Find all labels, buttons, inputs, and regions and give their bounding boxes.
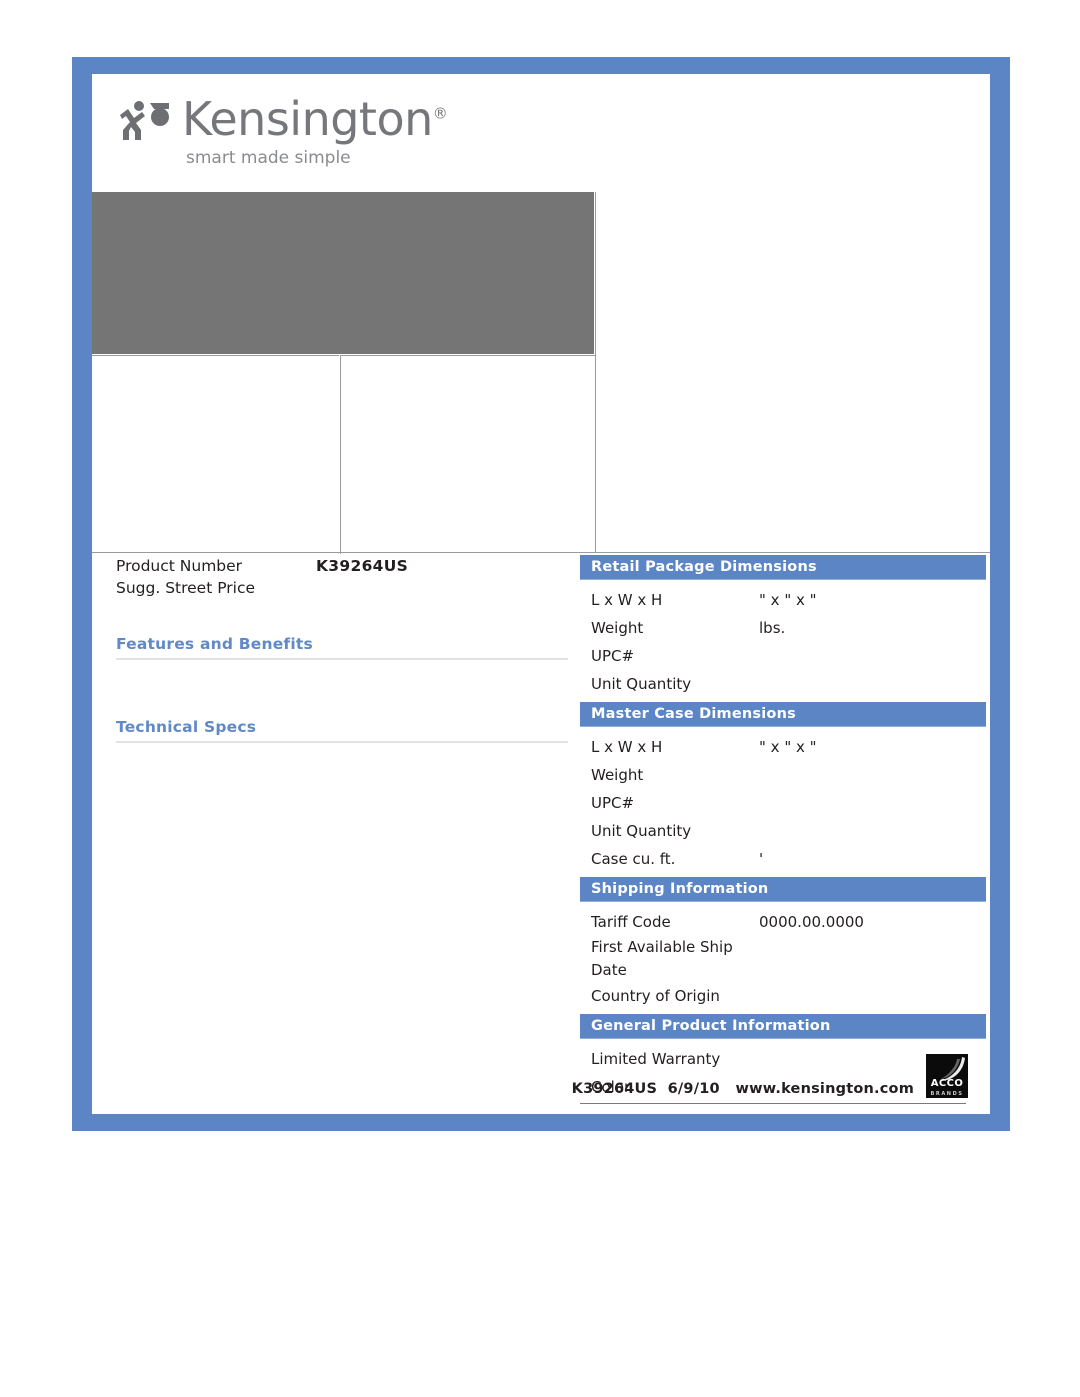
row-label: Weight [591,766,644,784]
shipping-information-heading: Shipping Information [580,877,986,902]
product-thumbnail-1 [92,355,339,554]
spec-sheet-frame: Kensington® smart made simple Product Nu… [72,57,1010,1131]
master-case-rows: L x W x H " x " x " Weight UPC# Unit Qua… [580,727,986,877]
acco-sub-text: BRANDS [930,1091,964,1097]
row-label: L x W x H [591,738,663,756]
product-number-value: K39264US [316,557,409,575]
table-row: Weight [591,761,986,789]
row-value: 0000.00.0000 [759,913,864,931]
table-row: UPC# [591,642,986,670]
row-label: UPC# [591,647,635,665]
product-number-label: Product Number [116,557,243,575]
hero-side-panel [595,192,990,553]
left-column: Product Number K39264US Sugg. Street Pri… [116,555,568,753]
row-value: " x " x " [759,591,817,609]
table-row: L x W x H " x " x " [591,733,986,761]
content-region: Product Number K39264US Sugg. Street Pri… [92,555,990,1114]
general-product-information-heading: General Product Information [580,1014,986,1039]
logo-registered-mark: ® [432,104,448,123]
technical-specs-body [116,743,568,753]
technical-specs-heading: Technical Specs [116,718,568,743]
table-row: L x W x H " x " x " [591,586,986,614]
footer-divider [580,1103,966,1104]
row-label: L x W x H [591,591,663,609]
row-label: Country of Origin [591,987,720,1005]
table-row: Unit Quantity [591,817,986,845]
table-row: Case cu. ft. ' [591,845,986,873]
row-label: Tariff Code [591,913,671,931]
product-thumbnail-2 [340,355,595,554]
footer-text: K39264US 6/9/10 www.kensington.com [571,1081,914,1097]
spec-sheet-page: Kensington® smart made simple Product Nu… [92,74,990,1114]
table-row: UPC# [591,789,986,817]
kensington-logo: Kensington® smart made simple [120,92,448,182]
table-row: Unit Quantity [591,670,986,698]
hero-product-image [92,192,594,354]
product-number-row: Product Number K39264US [116,555,568,577]
row-value: ' [759,850,764,868]
logo-wordmark: Kensington® [182,92,448,146]
retail-package-heading: Retail Package Dimensions [580,555,986,580]
row-label: Unit Quantity [591,822,692,840]
retail-package-rows: L x W x H " x " x " Weight lbs. UPC# Uni… [580,580,986,702]
shipping-information-rows: Tariff Code 0000.00.0000 First Available… [580,902,986,1014]
table-row: First Available Ship Date [591,936,986,982]
master-case-heading: Master Case Dimensions [580,702,986,727]
street-price-label: Sugg. Street Price [116,579,256,597]
right-column: Retail Package Dimensions L x W x H " x … [580,555,986,1105]
street-price-row: Sugg. Street Price [116,577,568,599]
media-divider [92,552,990,553]
product-image-region [92,192,990,554]
acco-name-text: ACCO [930,1078,964,1089]
row-label: Unit Quantity [591,675,692,693]
row-label: Weight [591,619,644,637]
row-label: Case cu. ft. [591,850,676,868]
row-label: First Available Ship Date [591,938,733,979]
row-value: " x " x " [759,738,817,756]
table-row: Country of Origin [591,982,986,1010]
kensington-figure-icon [120,101,169,140]
row-label: UPC# [591,794,635,812]
logo-tagline: smart made simple [186,148,351,168]
table-row: Tariff Code 0000.00.0000 [591,908,986,936]
features-and-benefits-body [116,660,568,670]
table-row: Weight lbs. [591,614,986,642]
acco-brands-logo: ACCO BRANDS [926,1054,968,1098]
row-value: lbs. [759,619,786,637]
brand-header: Kensington® smart made simple [92,74,990,192]
page-footer: K39264US 6/9/10 www.kensington.com ACCO … [572,1044,968,1104]
features-and-benefits-heading: Features and Benefits [116,635,568,660]
logo-wordmark-text: Kensington [182,92,433,146]
